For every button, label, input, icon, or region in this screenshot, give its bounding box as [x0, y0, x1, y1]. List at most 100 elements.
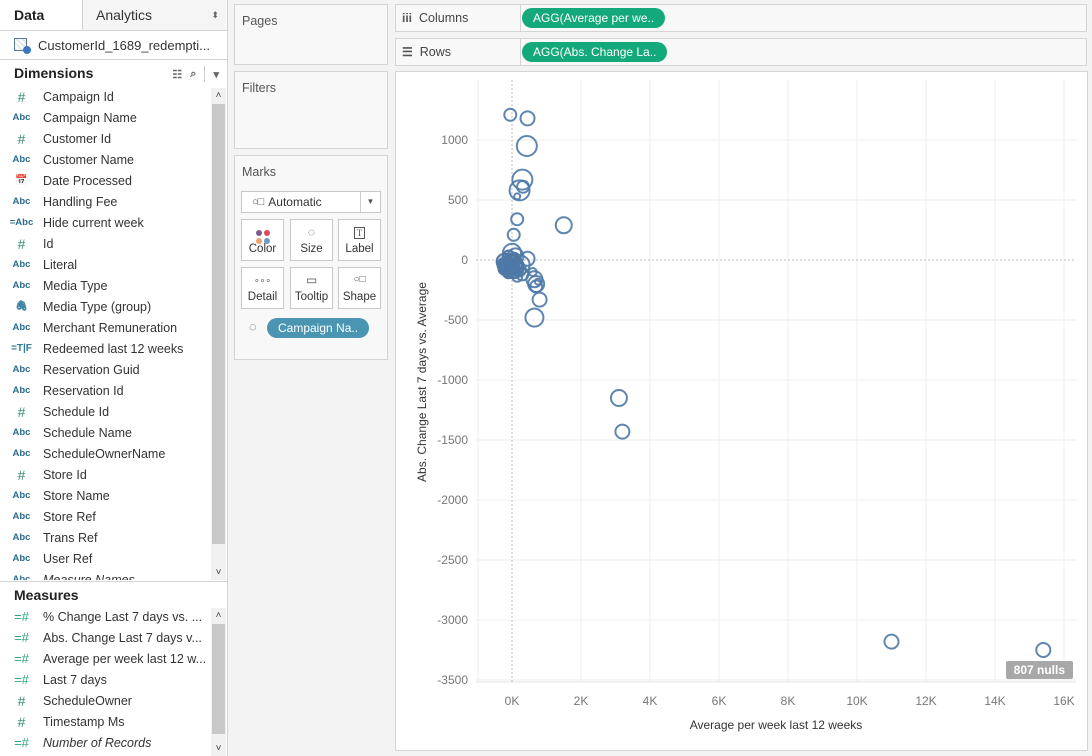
measures-scrollbar[interactable]: ˄ ˅ [211, 608, 226, 756]
string-icon: Abc [12, 385, 31, 396]
dimensions-field[interactable]: Abc Schedule Name [0, 422, 228, 443]
nulls-indicator[interactable]: 807 nulls [1005, 661, 1073, 679]
dimensions-field[interactable]: Abc Store Name [0, 485, 228, 506]
dimensions-list: # Campaign Id Abc Campaign Name # Customer Id… [0, 86, 228, 581]
dimensions-field[interactable]: # Id [0, 233, 228, 254]
dimensions-field[interactable]: Abc Reservation Guid [0, 359, 228, 380]
label-icon: T [339, 220, 380, 240]
shape-label: Shape [342, 291, 377, 303]
dimensions-field[interactable]: =Abc Hide current week [0, 212, 228, 233]
dimensions-field[interactable]: Abc Media Type [0, 275, 228, 296]
measures-field[interactable]: # Timestamp Ms [0, 711, 228, 732]
dimensions-field[interactable]: # Schedule Id [0, 401, 228, 422]
shape-button[interactable]: ○□ Shape [338, 267, 381, 309]
campaign-name-size-pill[interactable]: Campaign Na.. [267, 318, 370, 338]
scroll-up-icon[interactable]: ˄ [211, 608, 226, 623]
scatter-chart[interactable]: 0K 2K 4K 6K 8K 10K 12K 14K 16K 1000 500 0 -500 -1000 -… [396, 72, 1089, 752]
measures-field[interactable]: =# Number of Records [0, 732, 228, 753]
scroll-down-icon[interactable]: ˅ [211, 565, 226, 580]
viz-view[interactable]: 0K 2K 4K 6K 8K 10K 12K 14K 16K 1000 500 0 -500 -1000 -… [395, 71, 1088, 751]
measures-field[interactable]: =# Average per week last 12 w... [0, 648, 228, 669]
search-icon[interactable]: ⌕ [190, 68, 196, 81]
scroll-thumb[interactable] [212, 104, 225, 544]
tooltip-button[interactable]: ▭ Tooltip [290, 267, 333, 309]
pages-title: Pages [242, 14, 278, 28]
detail-icon: ∘∘∘ [254, 275, 271, 285]
y-tick-label: -3000 [437, 613, 468, 627]
label-button[interactable]: T Label [338, 219, 381, 261]
dimensions-field[interactable]: =T|F Redeemed last 12 weeks [0, 338, 228, 359]
scroll-down-icon[interactable]: ˅ [211, 741, 226, 756]
measures-field[interactable]: # ScheduleOwner [0, 690, 228, 711]
dimensions-field[interactable]: Abc Trans Ref [0, 527, 228, 548]
data-point[interactable] [614, 423, 631, 440]
detail-button[interactable]: ∘∘∘ Detail [241, 267, 284, 309]
dimensions-field[interactable]: # Store Id [0, 464, 228, 485]
scroll-thumb[interactable] [212, 624, 225, 734]
data-point[interactable] [1035, 642, 1052, 658]
rows-shelf[interactable]: ☰ Rows AGG(Abs. Change La.. [395, 38, 1087, 66]
number-icon: # [17, 130, 26, 147]
data-point[interactable] [554, 216, 573, 235]
dimensions-field-label: Merchant Remuneration [43, 320, 178, 335]
dimensions-field[interactable]: Abc Store Ref [0, 506, 228, 527]
data-point[interactable] [503, 107, 518, 122]
tab-analytics[interactable]: Analytics ⬍ [82, 0, 227, 30]
dimensions-field[interactable]: # Campaign Id [0, 86, 228, 107]
measures-list: =# % Change Last 7 days vs. ... =# Abs. Cha… [0, 606, 228, 756]
measures-field[interactable]: =# Abs. Change Last 7 days v... [0, 627, 228, 648]
filters-card[interactable]: Filters [234, 71, 388, 149]
measures-field[interactable]: =# % Change Last 7 days vs. ... [0, 606, 228, 627]
columns-shelf[interactable]: iii Columns AGG(Average per we.. [395, 4, 1087, 32]
data-point[interactable] [609, 389, 628, 407]
dimensions-field[interactable]: Abc Measure Names [0, 569, 228, 581]
measures-field[interactable]: =# Last 7 days [0, 669, 228, 690]
data-point[interactable] [515, 135, 538, 157]
dimensions-scrollbar[interactable]: ˄ ˅ [211, 88, 226, 580]
rows-shelf-label: ☰ Rows [396, 39, 521, 65]
x-tick-label: 10K [846, 694, 867, 708]
dimensions-field[interactable]: Abc User Ref [0, 548, 228, 569]
dimensions-field[interactable]: 📅 Date Processed [0, 170, 228, 191]
dimensions-field[interactable]: # Customer Id [0, 128, 228, 149]
data-point[interactable] [506, 227, 521, 242]
color-button[interactable]: Color [241, 219, 284, 261]
shape-icon: ○□ [353, 274, 366, 285]
calculated-string-icon: =Abc [9, 217, 34, 228]
string-icon: Abc [12, 511, 31, 522]
dimensions-field[interactable]: Abc ScheduleOwnerName [0, 443, 228, 464]
dimensions-field-label: Date Processed [43, 173, 132, 188]
dimensions-field[interactable]: Abc Reservation Id [0, 380, 228, 401]
color-label: Color [248, 243, 277, 255]
scroll-up-icon[interactable]: ˄ [211, 88, 226, 103]
string-icon: Abc [12, 553, 31, 564]
dropdown-arrow-icon[interactable]: ▼ [360, 192, 380, 212]
y-tick-label: 1000 [441, 133, 468, 147]
datasource-item[interactable]: CustomerId_1689_redempti... [0, 31, 227, 60]
pages-card[interactable]: Pages [234, 4, 388, 65]
tab-data[interactable]: Data [0, 0, 82, 30]
dimensions-field[interactable]: Abc Merchant Remuneration [0, 317, 228, 338]
dimensions-field[interactable]: Abc Literal [0, 254, 228, 275]
dimensions-field[interactable]: Abc Customer Name [0, 149, 228, 170]
data-point[interactable] [531, 291, 548, 308]
rows-pill[interactable]: AGG(Abs. Change La.. [522, 42, 668, 62]
data-point[interactable] [497, 261, 512, 276]
dimensions-field[interactable]: 🖇 Media Type (group) [0, 296, 228, 317]
size-button[interactable]: ◌ Size [290, 219, 333, 261]
data-point[interactable] [524, 307, 545, 328]
data-point[interactable] [510, 212, 525, 227]
number-icon: # [17, 713, 26, 730]
data-point[interactable] [513, 192, 522, 201]
chevron-down-icon[interactable]: ▾ [213, 68, 219, 81]
dimensions-field[interactable]: Abc Campaign Name [0, 107, 228, 128]
mark-type-dropdown[interactable]: ○□ Automatic ▼ [241, 191, 381, 213]
data-point[interactable] [519, 110, 536, 127]
columns-pill[interactable]: AGG(Average per we.. [522, 8, 666, 28]
data-point[interactable] [883, 633, 900, 650]
datasource-name: CustomerId_1689_redempti... [38, 37, 210, 53]
view-list-icon[interactable]: ☷ [172, 68, 182, 81]
dimensions-field-label: Customer Name [43, 152, 134, 167]
dimensions-field[interactable]: Abc Handling Fee [0, 191, 228, 212]
string-icon: Abc [12, 196, 31, 207]
